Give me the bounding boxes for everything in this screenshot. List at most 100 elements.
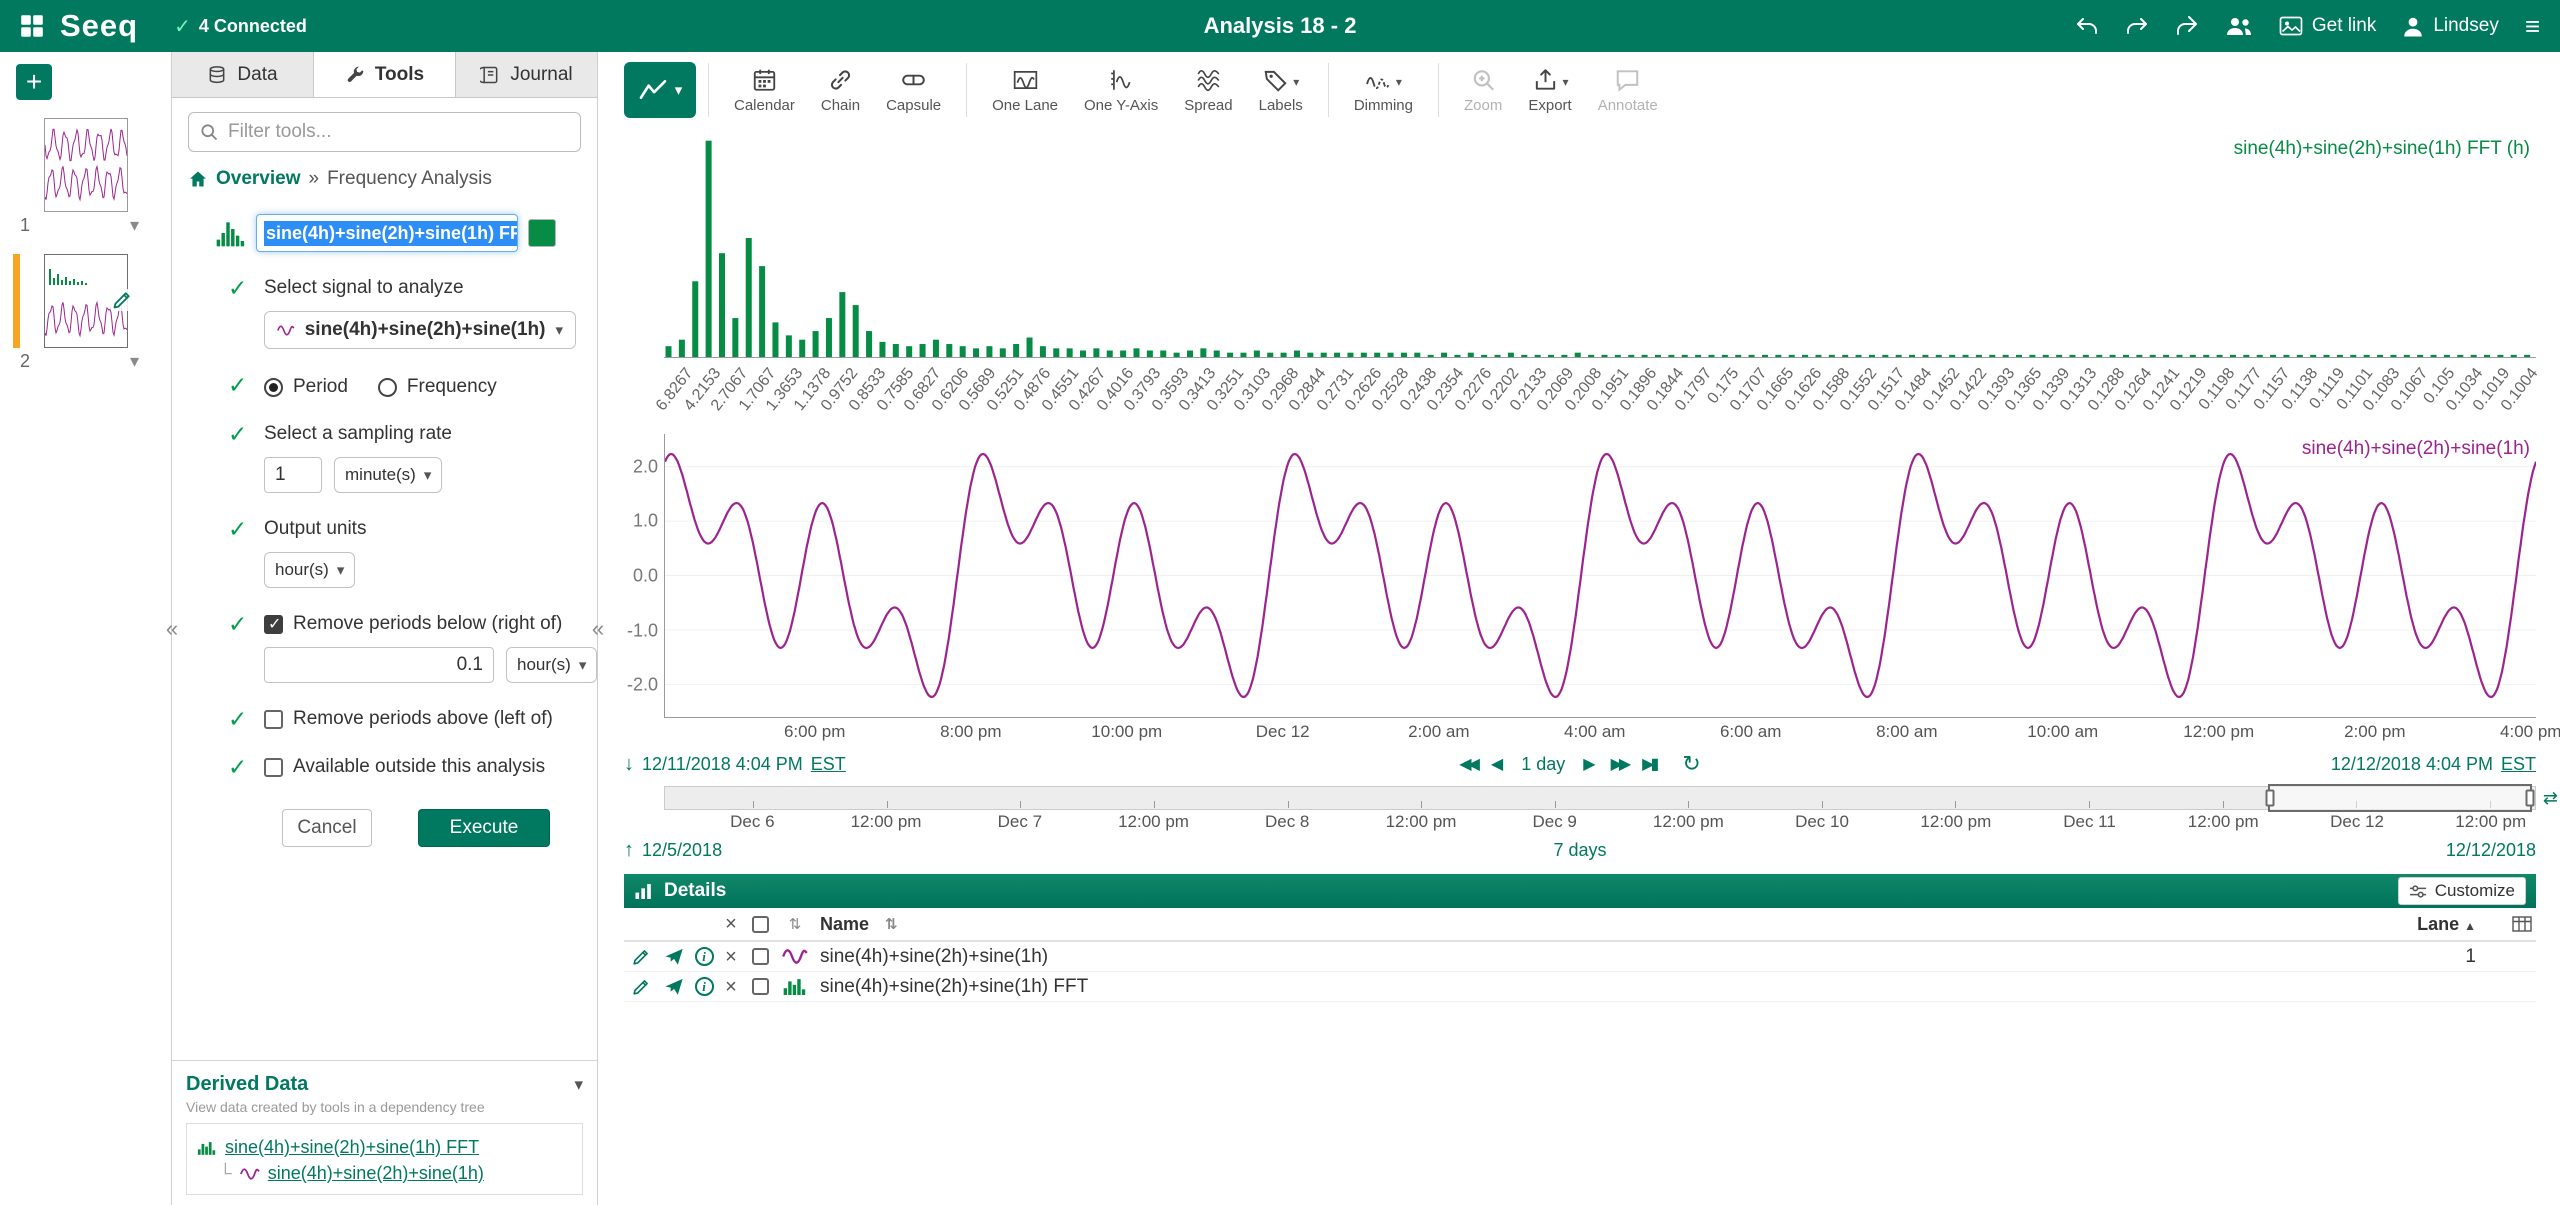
step-back-button[interactable]: ◀ <box>1491 754 1503 774</box>
period-radio[interactable] <box>264 377 283 397</box>
auto-update-button[interactable]: ↻ <box>1682 753 1700 775</box>
remove-above-label[interactable]: Remove periods above (left of) <box>293 708 553 730</box>
fft-series-label[interactable]: sine(4h)+sine(2h)+sine(1h) FFT (h) <box>2234 138 2530 160</box>
users-icon[interactable] <box>2225 15 2253 37</box>
display-range-end[interactable]: 12/12/2018 4:04 PM EST <box>2331 754 2536 775</box>
toolbar-button-labels[interactable]: ▾ Labels <box>1246 63 1316 117</box>
edit-item-icon[interactable] <box>631 977 651 997</box>
investigate-duration[interactable]: 7 days <box>1553 840 1606 861</box>
row-checkbox[interactable] <box>744 948 776 965</box>
range-duration-button[interactable]: 1 day <box>1518 754 1568 775</box>
view-mode-button[interactable]: ▾ <box>624 62 696 118</box>
skip-to-end-button[interactable]: ▶▮ <box>1642 754 1659 774</box>
derived-item-link[interactable]: sine(4h)+sine(2h)+sine(1h) <box>268 1163 484 1184</box>
redo-icon[interactable] <box>2125 14 2149 38</box>
timeline-track[interactable] <box>664 786 2536 810</box>
step-forward-button[interactable]: ▶ <box>1583 754 1595 774</box>
send-item-icon[interactable] <box>664 947 684 967</box>
result-name-input[interactable]: sine(4h)+sine(2h)+sine(1h) FFT <box>256 214 518 252</box>
remove-below-value-input[interactable] <box>264 647 494 683</box>
worksheet-preview[interactable] <box>44 118 128 212</box>
display-range-start[interactable]: ↓ 12/11/2018 4:04 PM EST <box>624 753 846 776</box>
collapse-worksheet-panel-handle[interactable]: « <box>163 610 181 648</box>
signal-plot-area[interactable]: sine(4h)+sine(2h)+sine(1h) <box>664 434 2536 718</box>
customize-button[interactable]: Customize <box>2397 877 2526 905</box>
fast-forward-button[interactable]: ▶▶ <box>1611 754 1632 774</box>
name-column-header[interactable]: Name ⇅ <box>814 914 2370 935</box>
frequency-label[interactable]: Frequency <box>407 376 497 398</box>
toolbar-button-capsule[interactable]: Capsule <box>873 63 954 117</box>
sort-icon[interactable]: ⇅ <box>776 915 814 933</box>
remove-below-checkbox[interactable] <box>264 614 283 634</box>
user-menu[interactable]: Lindsey <box>2402 15 2499 37</box>
selection-left-handle[interactable] <box>2265 789 2275 807</box>
period-label[interactable]: Period <box>293 376 348 398</box>
send-item-icon[interactable] <box>664 977 684 997</box>
toolbar-button-dimming[interactable]: ▾ Dimming <box>1341 63 1426 117</box>
breadcrumb-overview[interactable]: Overview <box>216 168 301 190</box>
new-worksheet-button[interactable]: + <box>16 64 52 100</box>
frequency-radio[interactable] <box>377 377 397 397</box>
execute-button[interactable]: Execute <box>418 809 550 847</box>
remove-item-icon[interactable]: × <box>718 947 744 967</box>
toolbar-button-spread[interactable]: Spread <box>1171 63 1245 117</box>
undo-icon[interactable] <box>2075 14 2099 38</box>
lane-column-header[interactable]: Lane ▲ <box>2370 914 2490 935</box>
get-link-button[interactable]: Get link <box>2279 14 2376 38</box>
edit-item-icon[interactable] <box>631 947 651 967</box>
derived-data-header[interactable]: Derived Data ▾ <box>186 1073 583 1096</box>
collapse-tools-panel-handle[interactable]: « <box>589 610 607 648</box>
toolbar-button-export[interactable]: ▾ Export <box>1515 63 1584 117</box>
remove-above-checkbox[interactable] <box>264 709 283 729</box>
display-start-tz[interactable]: EST <box>811 754 846 775</box>
item-name[interactable]: sine(4h)+sine(2h)+sine(1h) <box>814 946 2370 968</box>
sampling-unit-select[interactable]: minute(s) ▾ <box>334 457 443 493</box>
signal-y-axis[interactable]: 2.0 1.0 0.0 -1.0 -2.0 <box>624 434 658 718</box>
app-switcher-icon[interactable] <box>20 14 44 38</box>
info-icon[interactable]: i <box>694 947 714 966</box>
available-outside-label[interactable]: Available outside this analysis <box>293 756 545 778</box>
item-name[interactable]: sine(4h)+sine(2h)+sine(1h) FFT <box>814 976 2370 998</box>
menu-icon[interactable]: ≡ <box>2525 13 2540 39</box>
signal-select[interactable]: sine(4h)+sine(2h)+sine(1h) ▾ <box>264 311 576 349</box>
available-outside-checkbox[interactable] <box>264 757 283 777</box>
fast-back-button[interactable]: ◀◀ <box>1459 754 1480 774</box>
toolbar-button-one-y-axis[interactable]: One Y-Axis <box>1071 63 1171 117</box>
sort-icon[interactable]: ⇅ <box>885 915 898 933</box>
remove-item-icon[interactable]: × <box>718 977 744 997</box>
investigate-end-date[interactable]: 12/12/2018 <box>2446 840 2536 861</box>
cancel-button[interactable]: Cancel <box>282 809 372 847</box>
tab-data[interactable]: Data <box>172 52 314 97</box>
fft-plot-area[interactable]: sine(4h)+sine(2h)+sine(1h) FFT (h) <box>664 134 2536 358</box>
color-swatch-button[interactable] <box>528 219 556 247</box>
row-checkbox[interactable] <box>744 978 776 995</box>
remove-below-label[interactable]: Remove periods below (right of) <box>293 613 562 635</box>
tab-tools[interactable]: Tools <box>314 52 456 97</box>
selection-right-handle[interactable] <box>2525 789 2535 807</box>
investigate-start[interactable]: ↑ 12/5/2018 <box>624 839 722 862</box>
home-icon[interactable] <box>188 169 208 189</box>
filter-tools-input[interactable] <box>228 121 570 143</box>
timeline-selection[interactable] <box>2265 784 2535 812</box>
toolbar-button-chain[interactable]: Chain <box>808 63 873 117</box>
worksheet-menu-chevron-icon[interactable]: ▾ <box>130 351 139 372</box>
investigate-timeline[interactable]: ⇄ <box>664 784 2558 812</box>
toolbar-button-one-lane[interactable]: One Lane <box>979 63 1071 117</box>
display-end-tz[interactable]: EST <box>2501 754 2536 775</box>
sampling-rate-input[interactable] <box>264 457 322 493</box>
column-settings-icon[interactable] <box>2490 914 2536 934</box>
select-all-checkbox[interactable] <box>744 915 776 933</box>
remove-all-icon[interactable]: × <box>718 914 744 934</box>
connection-status[interactable]: ✓ 4 Connected <box>174 14 307 39</box>
worksheet-thumbnail-1[interactable]: 1 ▾ <box>0 118 171 236</box>
expand-range-icon[interactable]: ⇄ <box>2543 788 2558 809</box>
seeq-logo[interactable]: Seeq <box>60 8 138 44</box>
derived-item-link[interactable]: sine(4h)+sine(2h)+sine(1h) FFT <box>225 1137 479 1158</box>
info-icon[interactable]: i <box>694 977 714 996</box>
worksheet-preview[interactable] <box>44 254 133 348</box>
toolbar-button-calendar[interactable]: Calendar <box>721 63 808 117</box>
filter-tools-box[interactable] <box>188 112 581 152</box>
worksheet-menu-chevron-icon[interactable]: ▾ <box>130 215 139 236</box>
share-icon[interactable] <box>2175 14 2199 38</box>
remove-below-unit-select[interactable]: hour(s) ▾ <box>506 647 598 683</box>
